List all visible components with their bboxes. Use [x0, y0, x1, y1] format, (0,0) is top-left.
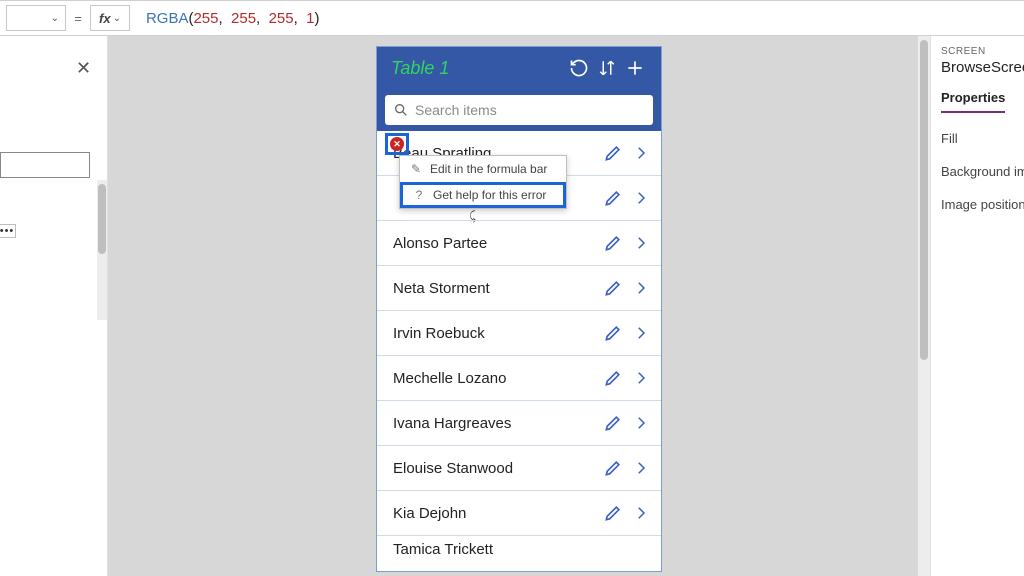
tree-scrollbar[interactable]: [97, 180, 107, 320]
close-icon[interactable]: ✕: [76, 58, 91, 79]
fx-button[interactable]: fx ⌄: [90, 5, 130, 31]
prop-fill[interactable]: Fill: [941, 131, 1024, 146]
tree-search-input[interactable]: [0, 152, 90, 178]
row-title: Elouise Stanwood: [377, 460, 599, 477]
fx-label: fx: [99, 11, 111, 26]
row-title: Tamica Trickett: [377, 541, 655, 558]
tab-properties[interactable]: Properties: [941, 90, 1005, 113]
chevron-right-icon[interactable]: [627, 144, 655, 162]
row-title: Mechelle Lozano: [377, 370, 599, 387]
app-header: Table 1: [377, 47, 661, 89]
edit-icon[interactable]: [599, 188, 627, 208]
chevron-down-icon: ⌄: [51, 13, 59, 24]
formula-bar: ⌄ = fx ⌄ RGBA(255, 255, 255, 1): [0, 0, 1024, 36]
prop-bg-image[interactable]: Background ima: [941, 164, 1024, 179]
error-icon[interactable]: [385, 133, 409, 155]
workspace: ✕ ••• Table 1 Search item: [0, 36, 1024, 576]
chevron-right-icon[interactable]: [627, 504, 655, 522]
list-item[interactable]: Irvin Roebuck: [377, 311, 661, 356]
ctx-edit-formula[interactable]: ✎ Edit in the formula bar: [400, 156, 566, 182]
ctx-label: Edit in the formula bar: [430, 162, 547, 176]
add-icon[interactable]: [621, 58, 649, 78]
list-item[interactable]: Elouise Stanwood: [377, 446, 661, 491]
edit-icon[interactable]: [599, 323, 627, 343]
more-icon[interactable]: •••: [0, 224, 16, 238]
edit-icon[interactable]: [599, 278, 627, 298]
canvas-area: Table 1 Search items: [108, 36, 930, 576]
phone-preview: Table 1 Search items: [376, 46, 662, 572]
list-item[interactable]: Mechelle Lozano: [377, 356, 661, 401]
row-title: Kia Dejohn: [377, 505, 599, 522]
equals-sign: =: [66, 11, 90, 26]
row-title: Ivana Hargreaves: [377, 415, 599, 432]
edit-icon[interactable]: [599, 233, 627, 253]
chevron-right-icon[interactable]: [627, 414, 655, 432]
chevron-right-icon[interactable]: [627, 234, 655, 252]
list-item[interactable]: Alonso Partee: [377, 221, 661, 266]
row-title: Irvin Roebuck: [377, 325, 599, 342]
refresh-icon[interactable]: [565, 58, 593, 78]
ctx-label: Get help for this error: [433, 188, 546, 202]
chevron-down-icon: ⌄: [113, 13, 121, 24]
list: Beau Spratling ✎ Edit in the formula bar…: [377, 131, 661, 562]
edit-icon[interactable]: [599, 368, 627, 388]
edit-icon[interactable]: [599, 143, 627, 163]
search-icon: [393, 102, 409, 118]
formula-input[interactable]: RGBA(255, 255, 255, 1): [136, 10, 1024, 27]
chevron-right-icon[interactable]: [627, 189, 655, 207]
scrollbar-thumb[interactable]: [920, 40, 928, 360]
list-item[interactable]: Tamica Trickett: [377, 536, 661, 562]
chevron-right-icon[interactable]: [627, 279, 655, 297]
prop-image-position[interactable]: Image position: [941, 197, 1024, 212]
tree-pane: ✕ •••: [0, 36, 108, 576]
ctx-get-help[interactable]: ? Get help for this error: [400, 182, 566, 208]
edit-icon[interactable]: [599, 413, 627, 433]
help-icon: ?: [411, 188, 427, 202]
property-dropdown[interactable]: ⌄: [6, 5, 66, 31]
sort-icon[interactable]: [593, 58, 621, 78]
edit-icon[interactable]: [599, 503, 627, 523]
chevron-right-icon[interactable]: [627, 369, 655, 387]
list-item[interactable]: Kia Dejohn: [377, 491, 661, 536]
list-item[interactable]: Neta Storment: [377, 266, 661, 311]
row-title: Neta Storment: [377, 280, 599, 297]
row-title: Alonso Partee: [377, 235, 599, 252]
canvas-scrollbar[interactable]: [918, 36, 930, 576]
search-placeholder: Search items: [415, 102, 497, 118]
pencil-icon: ✎: [408, 162, 424, 176]
screen-chip: SCREEN: [941, 46, 1024, 57]
context-menu: ✎ Edit in the formula bar ? Get help for…: [399, 155, 567, 209]
search-input[interactable]: Search items: [385, 95, 653, 125]
list-item[interactable]: Ivana Hargreaves: [377, 401, 661, 446]
screen-name: BrowseScreen: [941, 59, 1024, 76]
edit-icon[interactable]: [599, 458, 627, 478]
app-title: Table 1: [391, 58, 565, 79]
chevron-right-icon[interactable]: [627, 459, 655, 477]
chevron-right-icon[interactable]: [627, 324, 655, 342]
search-wrap: Search items: [377, 89, 661, 131]
scrollbar-thumb[interactable]: [98, 184, 106, 254]
properties-panel: SCREEN BrowseScreen Properties Fill Back…: [930, 36, 1024, 576]
list-item[interactable]: Beau Spratling ✎ Edit in the formula bar…: [377, 131, 661, 176]
